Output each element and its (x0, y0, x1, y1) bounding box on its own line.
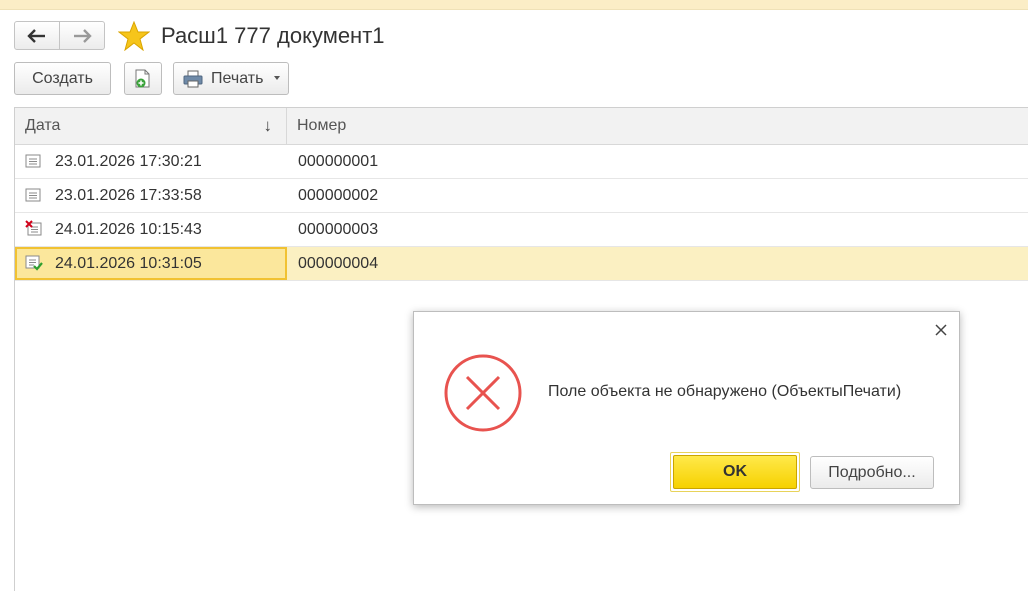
forward-button[interactable] (59, 22, 104, 49)
top-strip (0, 0, 1028, 10)
ok-button[interactable]: OK (673, 455, 797, 489)
cell-number: 000000002 (298, 187, 379, 204)
table-row[interactable]: 24.01.2026 10:15:43 000000003 (15, 213, 1028, 247)
document-add-icon (135, 69, 150, 87)
table-row[interactable]: 23.01.2026 17:30:21 000000001 (15, 145, 1028, 179)
cell-date: 24.01.2026 10:31:05 (15, 247, 287, 280)
table-row[interactable]: 23.01.2026 17:33:58 000000002 (15, 179, 1028, 213)
print-button[interactable]: Печать (173, 62, 289, 95)
nav-buttons (14, 21, 105, 50)
arrow-left-icon (27, 28, 45, 43)
cell-number: 000000003 (298, 221, 379, 238)
back-button[interactable] (15, 22, 59, 49)
create-button[interactable]: Создать (14, 62, 111, 95)
dropdown-caret-icon (274, 76, 280, 80)
sort-descending-icon: ↓ (263, 116, 273, 135)
cell-number: 000000001 (298, 153, 379, 170)
print-button-label: Печать (211, 69, 264, 87)
document-posted-icon (25, 255, 43, 271)
cell-number: 000000004 (298, 255, 379, 272)
error-icon (444, 354, 522, 432)
details-button[interactable]: Подробно... (810, 456, 934, 489)
column-header-number[interactable]: Номер (287, 108, 1028, 144)
error-message: Поле объекта не обнаружено (ОбъектыПечат… (548, 383, 902, 400)
ok-button-focus-ring: OK (670, 452, 800, 492)
table-header: Дата ↓ Номер (15, 108, 1028, 145)
arrow-right-icon (74, 28, 92, 43)
cell-date: 23.01.2026 17:30:21 (55, 153, 202, 170)
printer-icon (183, 70, 203, 87)
close-icon[interactable] (933, 322, 949, 338)
cell-date: 24.01.2026 10:15:43 (55, 221, 202, 238)
page-title: Расш1 777 документ1 (161, 23, 385, 48)
error-dialog: Поле объекта не обнаружено (ОбъектыПечат… (413, 311, 960, 505)
cell-date: 23.01.2026 17:33:58 (55, 187, 202, 204)
table-row-selected[interactable]: 24.01.2026 10:31:05 000000004 (15, 247, 1028, 281)
column-header-date[interactable]: Дата ↓ (15, 108, 287, 144)
favorite-star-icon[interactable] (118, 21, 150, 51)
add-copy-button[interactable] (124, 62, 162, 95)
